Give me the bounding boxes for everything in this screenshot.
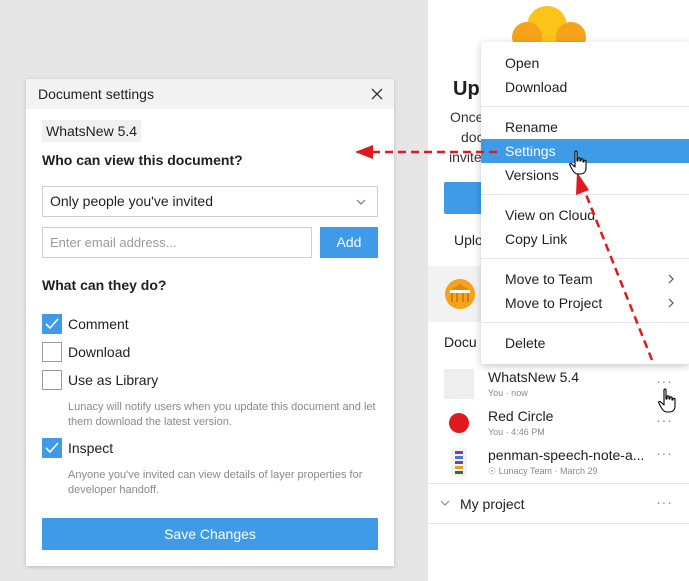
hand-cursor-icon (658, 388, 676, 413)
menu-item-open[interactable]: Open (481, 51, 689, 75)
document-item[interactable]: Red Circle You · 4:46 PM ··· (428, 406, 689, 442)
view-permission-select[interactable]: Only people you've invited (42, 186, 378, 217)
email-field[interactable] (42, 227, 312, 258)
menu-item-download[interactable]: Download (481, 75, 689, 99)
context-menu: Open Download Rename Settings Versions V… (481, 42, 689, 364)
more-dots-icon[interactable]: ··· (656, 373, 673, 389)
dialog-header: Document settings (26, 79, 394, 109)
menu-item-rename[interactable]: Rename (481, 115, 689, 139)
more-dots-icon[interactable]: ··· (656, 494, 673, 510)
project-thumbnail-icon (445, 279, 475, 309)
comment-label: Comment (68, 316, 129, 332)
menu-separator (481, 322, 689, 323)
menu-item-move-to-project[interactable]: Move to Project (481, 291, 689, 315)
panel-body-line: invite (449, 149, 482, 165)
inspect-checkbox[interactable] (42, 438, 62, 458)
document-name: WhatsNew 5.4 (488, 369, 580, 385)
view-permission-label: Who can view this document? (42, 152, 243, 168)
check-icon (45, 442, 59, 454)
document-name: penman-speech-note-a... (488, 447, 645, 463)
document-meta: You · now (488, 388, 528, 398)
document-meta: You · 4:46 PM (488, 427, 545, 437)
divider (428, 523, 689, 524)
project-row[interactable]: My project ··· (428, 494, 689, 530)
capabilities-label: What can they do? (42, 277, 167, 293)
document-thumbnail (444, 369, 474, 399)
menu-item-view-on-cloud[interactable]: View on Cloud (481, 203, 689, 227)
more-dots-icon[interactable]: ··· (656, 445, 673, 461)
document-thumbnail-icon (451, 448, 467, 476)
save-changes-button[interactable]: Save Changes (42, 518, 378, 550)
chevron-down-icon[interactable] (440, 498, 450, 508)
menu-separator (481, 106, 689, 107)
dialog-title: Document settings (38, 86, 154, 102)
chevron-right-icon (668, 274, 674, 284)
use-as-library-checkbox[interactable] (42, 370, 62, 390)
select-value: Only people you've invited (50, 193, 213, 209)
documents-section-title: Docu (444, 334, 477, 350)
comment-checkbox[interactable] (42, 314, 62, 334)
more-dots-icon[interactable]: ··· (656, 412, 673, 428)
menu-item-label: Move to Project (505, 295, 603, 311)
library-hint: Lunacy will notify users when you update… (68, 401, 376, 428)
download-checkbox[interactable] (42, 342, 62, 362)
chevron-down-icon (356, 199, 366, 205)
team-icon: ☉ (488, 466, 497, 476)
inspect-label: Inspect (68, 440, 114, 456)
document-item[interactable]: WhatsNew 5.4 You · now ··· (428, 367, 689, 403)
upload-section-title: Uplo (454, 232, 483, 248)
chevron-right-icon (668, 298, 674, 308)
document-name-tag: WhatsNew 5.4 (42, 120, 142, 142)
panel-body-line: Once (450, 109, 484, 125)
menu-item-delete[interactable]: Delete (481, 331, 689, 355)
menu-item-move-to-team[interactable]: Move to Team (481, 267, 689, 291)
upload-button[interactable] (444, 182, 484, 214)
document-item[interactable]: penman-speech-note-a... ☉ Lunacy Team · … (428, 445, 689, 481)
menu-separator (481, 194, 689, 195)
menu-item-copy-link[interactable]: Copy Link (481, 227, 689, 251)
divider (428, 483, 689, 484)
inspect-hint: Anyone you've invited can view details o… (68, 469, 363, 496)
menu-item-label: Move to Team (505, 271, 593, 287)
hand-cursor-icon (569, 150, 587, 175)
document-meta: ☉ Lunacy Team · March 29 (488, 466, 598, 476)
project-name: My project (460, 496, 525, 512)
use-as-library-label: Use as Library (68, 372, 159, 388)
check-icon (45, 318, 59, 330)
document-settings-dialog: Document settings WhatsNew 5.4 Who can v… (26, 79, 394, 566)
document-name: Red Circle (488, 408, 554, 424)
download-label: Download (68, 344, 131, 360)
add-button[interactable]: Add (320, 227, 378, 258)
red-circle-thumbnail-icon (449, 413, 469, 433)
menu-separator (481, 258, 689, 259)
close-icon[interactable] (368, 85, 386, 103)
